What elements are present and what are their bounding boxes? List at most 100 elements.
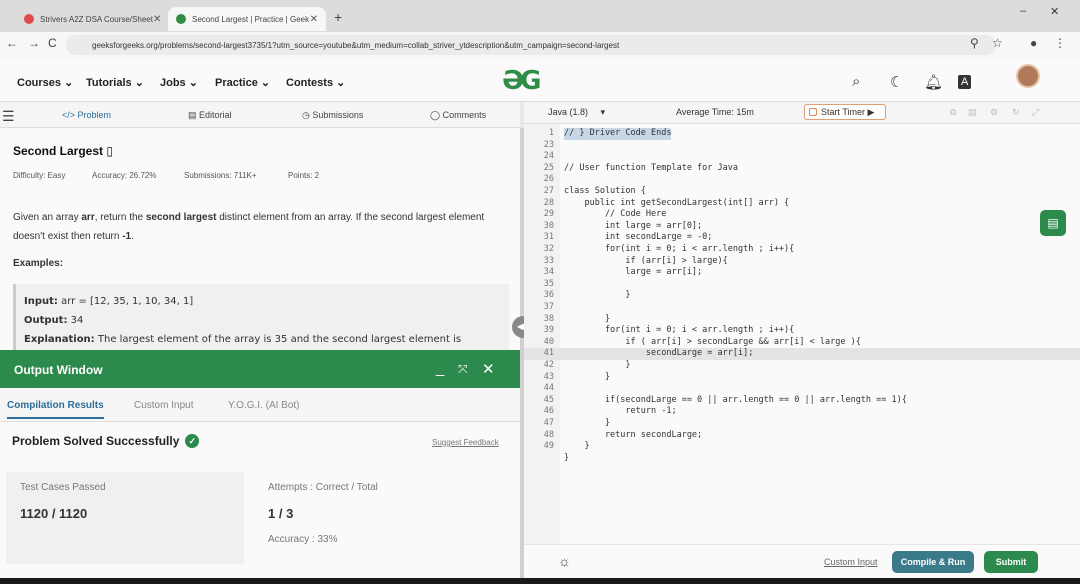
code-line[interactable]: 31 int secondLarge = -0; <box>524 232 1080 244</box>
line-number: 1 <box>548 128 554 138</box>
line-number: 47 <box>543 418 554 428</box>
code-line[interactable]: } <box>524 453 1080 465</box>
code-text: if (arr[i] > large){ <box>564 255 728 266</box>
tab-custom-input[interactable]: Custom Input <box>134 400 193 411</box>
code-line[interactable]: 48 return secondLarge; <box>524 430 1080 442</box>
tab-problem[interactable]: </> Problem <box>62 110 111 120</box>
tab-comments[interactable]: ◯ Comments <box>430 110 486 121</box>
suggest-feedback-link[interactable]: Suggest Feedback <box>432 438 499 447</box>
profile-icon[interactable]: ● <box>1030 36 1037 50</box>
avatar[interactable] <box>1016 64 1040 88</box>
minimize-icon[interactable]: – <box>1020 5 1026 17</box>
editor-toolbar: Java (1.8) ▾ Average Time: 15m Start Tim… <box>524 102 1080 124</box>
code-text: if ( arr[i] > secondLarge && arr[i] < la… <box>564 336 861 347</box>
code-line[interactable]: 40 if ( arr[i] > secondLarge && arr[i] <… <box>524 337 1080 349</box>
code-line[interactable]: 25 // User function Template for Java <box>524 163 1080 175</box>
code-line[interactable]: 39 for(int i = 0; i < arr.length ; i++){ <box>524 325 1080 337</box>
code-line[interactable]: 24 <box>524 151 1080 163</box>
code-line[interactable]: 45 if(secondLarge == 0 || arr.length == … <box>524 395 1080 407</box>
code-line[interactable]: 37 <box>524 302 1080 314</box>
search-icon[interactable]: ⌕ <box>852 73 860 90</box>
tab-submissions[interactable]: ◷ Submissions <box>302 110 363 121</box>
code-text: // } Driver Code Ends <box>564 128 672 140</box>
code-line[interactable]: 29 // Code Here <box>524 209 1080 221</box>
bookmark-icon[interactable]: ▯ <box>106 144 113 158</box>
code-line[interactable]: 46 return -1; <box>524 406 1080 418</box>
code-editor[interactable]: 1 // } Driver Code Ends 23 24 25 // User func… <box>524 124 1080 544</box>
tab-yogi-bot[interactable]: Y.O.G.I. (AI Bot) <box>228 400 300 411</box>
fullscreen-icon[interactable]: ⤢ <box>1032 107 1039 118</box>
code-text: int secondLarge = -0; <box>564 232 713 243</box>
code-text: for(int i = 0; i < arr.length ; i++){ <box>564 325 795 336</box>
tab-problem-label: Problem <box>77 110 112 120</box>
browser-tab[interactable]: Strivers A2Z DSA Course/Sheet ✕ <box>16 7 166 31</box>
lightbulb-icon[interactable]: ☼ <box>558 553 571 569</box>
code-line[interactable]: 33 if (arr[i] > large){ <box>524 256 1080 268</box>
problem-title-text: Second Largest <box>13 144 104 158</box>
menu-jobs[interactable]: Jobs ⌄ <box>160 76 198 89</box>
compile-run-button[interactable]: Compile & Run <box>892 551 974 573</box>
close-icon[interactable]: ✕ <box>482 360 495 378</box>
reset-icon[interactable]: ↻ <box>1012 107 1020 118</box>
output-tabs: Compilation Results Custom Input Y.O.G.I… <box>0 388 520 422</box>
menu-kebab-icon[interactable]: ⋮ <box>1054 36 1066 50</box>
code-line[interactable]: 49 } <box>524 441 1080 453</box>
url-bar[interactable]: geeksforgeeks.org/problems/second-larges… <box>66 35 996 55</box>
code-line[interactable]: 43 } <box>524 372 1080 384</box>
custom-input-link[interactable]: Custom Input <box>824 557 878 567</box>
close-window-icon[interactable]: ✕ <box>1050 5 1059 18</box>
bookmark-star-icon[interactable]: ☆ <box>992 36 1003 50</box>
browser-tab-active[interactable]: Second Largest | Practice | Geek ✕ <box>168 7 326 31</box>
back-icon[interactable]: ← <box>6 36 18 50</box>
close-tab-icon[interactable]: ✕ <box>310 14 318 25</box>
code-line[interactable]: 47 } <box>524 418 1080 430</box>
translate-icon[interactable]: A <box>958 75 972 89</box>
chat-bubble-icon[interactable]: ▤ <box>1040 210 1066 236</box>
code-line[interactable]: 30 int large = arr[0]; <box>524 221 1080 233</box>
menu-courses[interactable]: Courses ⌄ <box>17 76 73 89</box>
favicon-icon <box>176 14 186 24</box>
line-number: 49 <box>543 441 554 452</box>
code-line[interactable]: 42 } <box>524 360 1080 372</box>
zoom-icon[interactable]: ⚲ <box>970 36 979 50</box>
favicon-icon <box>24 14 34 24</box>
tab-compilation-results[interactable]: Compilation Results <box>7 400 104 419</box>
code-line[interactable]: 38 } <box>524 314 1080 326</box>
code-line[interactable]: 26 <box>524 174 1080 186</box>
submit-button[interactable]: Submit <box>984 551 1038 573</box>
menu-contests[interactable]: Contests ⌄ <box>286 76 345 89</box>
examples-heading: Examples: <box>13 258 64 269</box>
code-line[interactable]: 32 for(int i = 0; i < arr.length ; i++){ <box>524 244 1080 256</box>
submissions-count: Submissions: 711K+ <box>184 171 257 180</box>
reload-icon[interactable]: C <box>48 36 57 50</box>
code-text: } <box>564 418 611 428</box>
gfg-logo[interactable]: ƏG <box>502 66 541 96</box>
tab-editorial[interactable]: ▤ Editorial <box>188 110 232 121</box>
minimize-icon[interactable]: _ <box>436 360 444 377</box>
code-line[interactable]: 36 } <box>524 290 1080 302</box>
code-line[interactable]: 28 public int getSecondLargest(int[] arr… <box>524 198 1080 210</box>
test-cases-card: Test Cases Passed 1120 / 1120 <box>6 472 244 564</box>
document-icon[interactable]: ▤ <box>968 107 977 118</box>
menu-practice[interactable]: Practice ⌄ <box>215 76 270 89</box>
start-timer-button[interactable]: Start Timer ▶ <box>804 104 886 120</box>
code-line[interactable]: 41 secondLarge = arr[i]; <box>524 348 1080 360</box>
code-line[interactable]: 27 class Solution { <box>524 186 1080 198</box>
settings-icon[interactable]: ⚙ <box>990 107 998 118</box>
language-select[interactable]: Java (1.8) ▾ <box>548 107 605 118</box>
dark-mode-icon[interactable]: ☾ <box>890 73 903 91</box>
code-line[interactable]: 35 <box>524 279 1080 291</box>
code-line[interactable]: 1 // } Driver Code Ends <box>524 128 1080 140</box>
notification-bell-icon[interactable]: 🔔︎ <box>924 73 943 91</box>
close-tab-icon[interactable]: ✕ <box>153 14 161 25</box>
expand-icon[interactable]: ⤧ <box>458 362 468 377</box>
tab-label: Second Largest | Practice | Geek <box>192 14 310 24</box>
forward-icon[interactable]: → <box>28 36 40 50</box>
copy-icon[interactable]: ⧉ <box>950 107 956 118</box>
code-text: } <box>564 313 611 324</box>
code-line[interactable]: 44 <box>524 383 1080 395</box>
code-line[interactable]: 34 large = arr[i]; <box>524 267 1080 279</box>
menu-tutorials[interactable]: Tutorials ⌄ <box>86 76 144 89</box>
new-tab-button[interactable]: + <box>334 9 342 25</box>
code-line[interactable]: 23 <box>524 140 1080 152</box>
